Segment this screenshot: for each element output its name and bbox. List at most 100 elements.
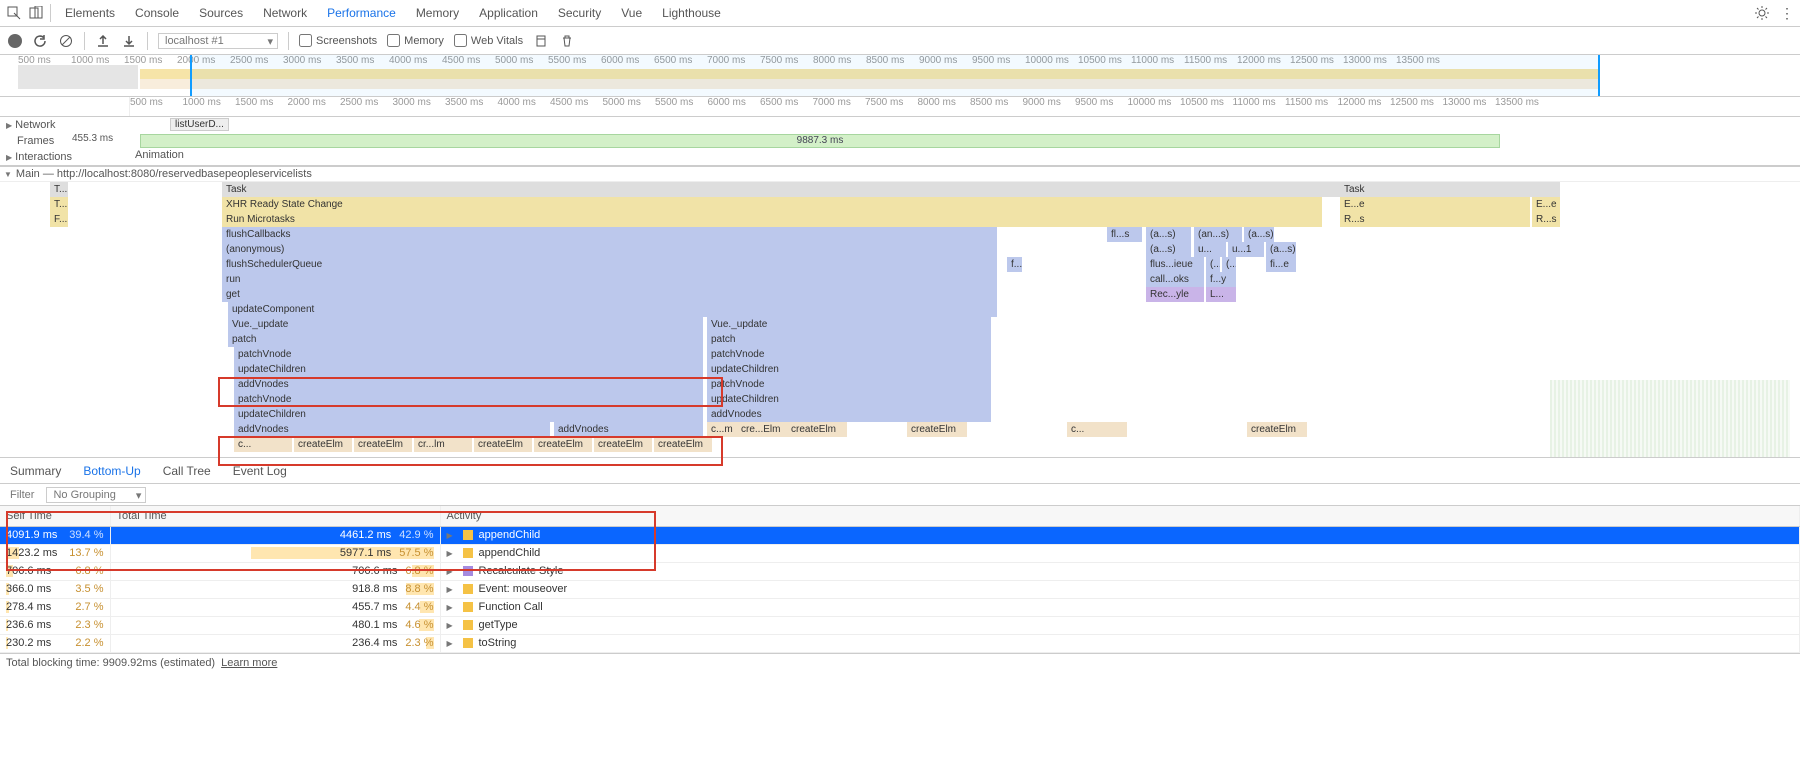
- flame-patchvnode-r2[interactable]: patchVnode: [707, 377, 991, 392]
- bu-row[interactable]: 706.6 ms6.8 %706.6 ms6.8 %▶Recalculate S…: [0, 562, 1800, 580]
- panel-tab-console[interactable]: Console: [135, 6, 179, 20]
- bu-row[interactable]: 278.4 ms2.7 %455.7 ms4.4 %▶Function Call: [0, 598, 1800, 616]
- flame-createelm-0[interactable]: c...: [234, 437, 292, 452]
- flame-createelm-2[interactable]: createElm: [354, 437, 412, 452]
- settings-gear-icon[interactable]: [1754, 5, 1770, 21]
- flame-createelm-r-5[interactable]: createElm: [1247, 422, 1307, 437]
- flame-r-an[interactable]: (an...s): [1194, 227, 1242, 242]
- clear-icon[interactable]: [58, 33, 74, 49]
- details-tab-summary[interactable]: Summary: [10, 464, 61, 478]
- panel-tab-vue[interactable]: Vue: [621, 6, 642, 20]
- flame-createelm-3[interactable]: cr...lm: [414, 437, 472, 452]
- more-icon[interactable]: ⋮: [1780, 5, 1794, 22]
- flame-createelm-r-4[interactable]: c...: [1067, 422, 1127, 437]
- details-tab-event-log[interactable]: Event Log: [233, 464, 287, 478]
- flame-createelm-r-2[interactable]: createElm: [787, 422, 847, 437]
- flame-r-r[interactable]: R...s: [1340, 212, 1530, 227]
- flame-addvnodes-l2[interactable]: addVnodes: [234, 422, 550, 437]
- col-self-time[interactable]: Self Time: [0, 506, 110, 526]
- flame-anonymous[interactable]: (anonymous): [222, 242, 997, 257]
- flame-r-fl[interactable]: fl...s: [1107, 227, 1142, 242]
- network-request-pill[interactable]: listUserD...: [170, 118, 229, 131]
- target-dropdown[interactable]: localhost #1: [158, 33, 278, 49]
- interactions-track[interactable]: ▶Interactions Animation: [0, 149, 1800, 165]
- flame-get[interactable]: get: [222, 287, 997, 302]
- flame-r-e2[interactable]: E...e: [1532, 197, 1560, 212]
- col-activity[interactable]: Activity: [440, 506, 1800, 526]
- flame-flushschedulerqueue[interactable]: flushSchedulerQueue: [222, 257, 997, 272]
- flame-r-e[interactable]: E...e: [1340, 197, 1530, 212]
- panel-tab-security[interactable]: Security: [558, 6, 601, 20]
- flame-createelm-5[interactable]: createElm: [534, 437, 592, 452]
- bu-row[interactable]: 1423.2 ms13.7 %5977.1 ms57.5 %▶appendChi…: [0, 544, 1800, 562]
- panel-tab-application[interactable]: Application: [479, 6, 538, 20]
- bu-row[interactable]: 366.0 ms3.5 %918.8 ms8.8 %▶Event: mouseo…: [0, 580, 1800, 598]
- device-icon[interactable]: [28, 5, 44, 21]
- flame-r-75fi[interactable]: fi...e: [1266, 257, 1296, 272]
- details-tab-bottom-up[interactable]: Bottom-Up: [83, 464, 140, 478]
- flame-run[interactable]: run: [222, 272, 997, 287]
- col-total-time[interactable]: Total Time: [110, 506, 440, 526]
- flame-patch-l[interactable]: patch: [228, 332, 703, 347]
- bu-row[interactable]: 230.2 ms2.2 %236.4 ms2.3 %▶toString: [0, 634, 1800, 652]
- panel-tab-lighthouse[interactable]: Lighthouse: [662, 6, 721, 20]
- flame-fc-stub[interactable]: F...: [50, 212, 68, 227]
- overview-selection[interactable]: [190, 55, 1600, 96]
- flame-microtasks[interactable]: Run Microtasks: [222, 212, 1322, 227]
- flame-r-75flus[interactable]: flus...ieue: [1146, 257, 1204, 272]
- save-profile-icon[interactable]: [121, 33, 137, 49]
- panel-tab-elements[interactable]: Elements: [65, 6, 115, 20]
- load-profile-icon[interactable]: [95, 33, 111, 49]
- memory-checkbox[interactable]: Memory: [387, 34, 444, 47]
- flame-r-a3[interactable]: (a...s): [1244, 227, 1274, 242]
- flame-updatechildren-r2[interactable]: updateChildren: [707, 392, 991, 407]
- flame-r-105rec[interactable]: Rec...yle: [1146, 287, 1204, 302]
- reload-record-icon[interactable]: [32, 33, 48, 49]
- network-track[interactable]: ▶Network listUserD...: [0, 117, 1800, 133]
- details-tab-call-tree[interactable]: Call Tree: [163, 464, 211, 478]
- flame-r-105l[interactable]: L...: [1206, 287, 1236, 302]
- flame-createelm-r-3[interactable]: createElm: [907, 422, 967, 437]
- panel-tab-network[interactable]: Network: [263, 6, 307, 20]
- flame-r-75f[interactable]: f...: [1007, 257, 1022, 272]
- flame-vueupdate-r[interactable]: Vue._update: [707, 317, 991, 332]
- flame-r-r2[interactable]: R...s: [1532, 212, 1560, 227]
- flame-flushcallbacks[interactable]: flushCallbacks: [222, 227, 997, 242]
- bu-row[interactable]: 4091.9 ms39.4 %4461.2 ms42.9 %▶appendChi…: [0, 526, 1800, 544]
- frame-settings-icon[interactable]: [533, 33, 549, 49]
- trash-icon[interactable]: [559, 33, 575, 49]
- main-thread-header[interactable]: ▼Main — http://localhost:8080/reservedba…: [0, 166, 1800, 182]
- flame-updatechildren-r[interactable]: updateChildren: [707, 362, 991, 377]
- flame-updatechildren-l2[interactable]: updateChildren: [234, 407, 703, 422]
- flame-addvnodes-r[interactable]: addVnodes: [707, 407, 991, 422]
- flame-createelm-1[interactable]: createElm: [294, 437, 352, 452]
- overview-strip[interactable]: 500 ms1000 ms1500 ms2000 ms2500 ms3000 m…: [0, 55, 1800, 97]
- flame-createelm-7[interactable]: createElm: [654, 437, 712, 452]
- flame-createelm-4[interactable]: createElm: [474, 437, 532, 452]
- panel-tab-sources[interactable]: Sources: [199, 6, 243, 20]
- webvitals-checkbox[interactable]: Web Vitals: [454, 34, 523, 47]
- record-button[interactable]: [8, 34, 22, 48]
- flame-r-60u1[interactable]: u...1: [1228, 242, 1264, 257]
- flame-r-60u[interactable]: u...: [1194, 242, 1226, 257]
- inspect-icon[interactable]: [6, 5, 22, 21]
- screenshots-checkbox[interactable]: Screenshots: [299, 34, 377, 47]
- flame-patchvnode-l[interactable]: patchVnode: [234, 347, 703, 362]
- flame-task-stub[interactable]: T...: [50, 182, 68, 197]
- learn-more-link[interactable]: Learn more: [221, 657, 277, 669]
- flame-addvnodes-l3[interactable]: addVnodes: [554, 422, 703, 437]
- flame-addvnodes-l[interactable]: addVnodes: [234, 377, 703, 392]
- flame-vueupdate-l[interactable]: Vue._update: [228, 317, 703, 332]
- flame-r-90call[interactable]: call...oks: [1146, 272, 1204, 287]
- flame-r-75p1[interactable]: (...): [1206, 257, 1220, 272]
- flame-patchvnode-r[interactable]: patchVnode: [707, 347, 991, 362]
- flame-r-75p2[interactable]: (...: [1222, 257, 1236, 272]
- long-frame-bar[interactable]: 9887.3 ms: [140, 134, 1500, 148]
- flame-createelm-6[interactable]: createElm: [594, 437, 652, 452]
- flame-patchvnode-l2[interactable]: patchVnode: [234, 392, 703, 407]
- flame-r-60a[interactable]: (a...s): [1146, 242, 1191, 257]
- flame-updatechildren-l[interactable]: updateChildren: [234, 362, 703, 377]
- panel-tab-performance[interactable]: Performance: [327, 6, 396, 20]
- grouping-dropdown[interactable]: No Grouping: [46, 487, 146, 503]
- flame-xhr[interactable]: XHR Ready State Change: [222, 197, 1322, 212]
